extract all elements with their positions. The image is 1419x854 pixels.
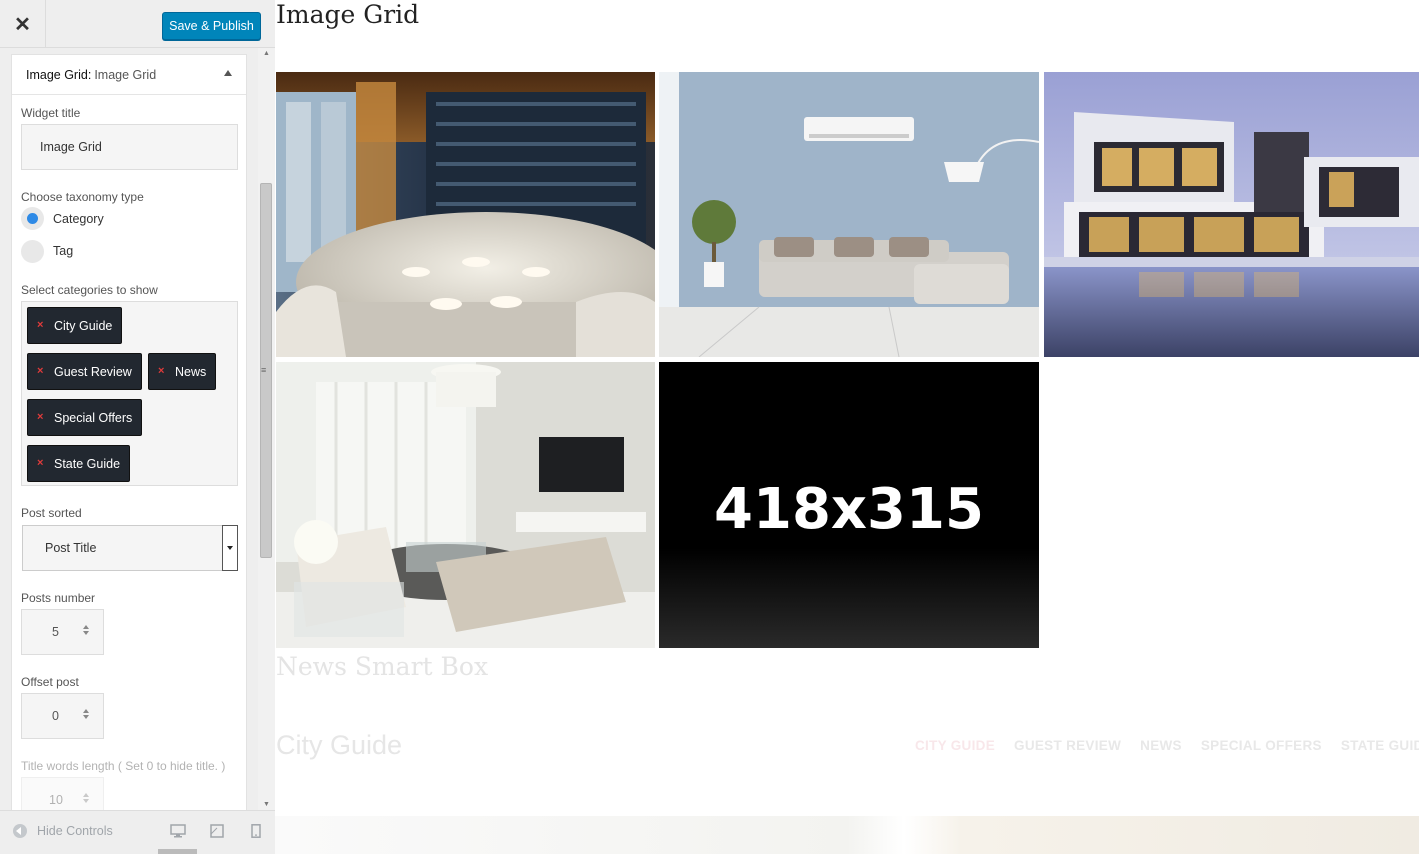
category-chip[interactable]: × Guest Review (27, 353, 142, 390)
scroll-down-icon[interactable]: ▼ (263, 801, 270, 808)
category-chip-label: Special Offers (54, 410, 133, 425)
tab-news[interactable]: NEWS (1140, 738, 1182, 753)
customizer-sidebar: ✕ Save & Publish Image Grid: Image Grid … (0, 0, 275, 854)
remove-icon[interactable]: × (158, 365, 164, 377)
title-words-value: 10 (49, 793, 63, 807)
spinner-icon[interactable] (80, 623, 92, 643)
title-words-label: Title words length ( Set 0 to hide title… (21, 759, 226, 773)
scroll-up-icon[interactable]: ▲ (263, 50, 270, 57)
image-living-room-sofa[interactable] (659, 72, 1039, 357)
tablet-icon[interactable] (209, 824, 225, 838)
widget-type-label: Image Grid: (26, 67, 92, 82)
category-chip[interactable]: × News (148, 353, 217, 390)
offset-post-stepper[interactable]: 0 (21, 693, 104, 739)
collapse-caret-icon[interactable] (224, 70, 232, 76)
category-chip[interactable]: × Special Offers (27, 399, 143, 436)
sidebar-scrollbar[interactable]: ▲ ≡ ▼ (258, 48, 275, 810)
spinner-icon[interactable] (80, 791, 92, 810)
image-modern-villa[interactable] (1044, 72, 1419, 357)
save-publish-button[interactable]: Save & Publish (162, 12, 261, 40)
footer-scroll-indicator (158, 849, 197, 854)
category-chip[interactable]: × State Guide (27, 445, 131, 482)
sidebar-header: ✕ Save & Publish (0, 0, 275, 48)
remove-icon[interactable]: × (37, 457, 43, 469)
desktop-icon[interactable] (170, 824, 186, 838)
radio-category-label: Category (53, 212, 104, 226)
post-sorted-value: Post Title (45, 541, 97, 555)
radio-category[interactable] (21, 207, 44, 230)
image-living-room-tv[interactable] (276, 362, 655, 648)
widget-title-input[interactable]: Image Grid (21, 124, 238, 170)
image-grid-heading: Image Grid (276, 0, 420, 29)
widget-header[interactable]: Image Grid: Image Grid (12, 55, 246, 95)
offset-post-value: 0 (52, 709, 59, 723)
tab-state-guide[interactable]: STATE GUIDE (1341, 738, 1419, 753)
posts-number-stepper[interactable]: 5 (21, 609, 104, 655)
close-icon[interactable]: ✕ (0, 0, 46, 48)
category-tabs: CITY GUIDE GUEST REVIEW NEWS SPECIAL OFF… (915, 738, 1419, 753)
hide-controls-button[interactable]: Hide Controls (13, 824, 113, 838)
tab-guest-review[interactable]: GUEST REVIEW (1014, 738, 1121, 753)
categories-label: Select categories to show (21, 283, 158, 297)
categories-multiselect[interactable]: × City Guide × Guest Review × News × Spe… (21, 301, 238, 486)
radio-tag-label: Tag (53, 244, 74, 258)
news-smart-box-heading: News Smart Box (276, 652, 489, 681)
mobile-icon[interactable] (248, 824, 264, 838)
tab-special-offers[interactable]: SPECIAL OFFERS (1201, 738, 1322, 753)
site-preview: Image Grid 418x315 News Smart Box City G… (275, 0, 1419, 854)
tab-city-guide[interactable]: CITY GUIDE (915, 738, 995, 753)
offset-post-label: Offset post (21, 675, 79, 689)
category-chip-label: News (175, 364, 207, 379)
city-guide-heading: City Guide (276, 730, 403, 760)
collapse-arrow-icon (13, 824, 27, 838)
taxonomy-type-label: Choose taxonomy type (21, 190, 144, 204)
widget-title-label: Widget title (21, 106, 81, 120)
next-section-image-strip (275, 816, 1419, 854)
remove-icon[interactable]: × (37, 365, 43, 377)
post-sorted-select[interactable]: Post Title (22, 525, 238, 571)
image-placeholder[interactable]: 418x315 (659, 362, 1039, 648)
widget-instance-label: Image Grid (94, 67, 157, 82)
sidebar-scroll-area: Image Grid: Image Grid Widget title Imag… (0, 48, 258, 810)
scrollbar-grip-icon: ≡ (261, 365, 267, 375)
posts-number-value: 5 (52, 625, 59, 639)
image-restaurant-dining-room[interactable] (276, 72, 655, 357)
title-words-stepper[interactable]: 10 (21, 777, 104, 810)
chevron-down-icon[interactable] (222, 525, 238, 571)
category-chip[interactable]: × City Guide (27, 307, 123, 344)
hide-controls-label: Hide Controls (37, 824, 113, 838)
post-sorted-label: Post sorted (21, 506, 82, 520)
spinner-icon[interactable] (80, 707, 92, 727)
category-chip-label: City Guide (54, 318, 113, 333)
category-chip-label: State Guide (54, 456, 121, 471)
posts-number-label: Posts number (21, 591, 96, 605)
radio-tag[interactable] (21, 240, 44, 263)
remove-icon[interactable]: × (37, 411, 43, 423)
placeholder-text: 418x315 (714, 477, 984, 542)
remove-icon[interactable]: × (37, 319, 43, 331)
sidebar-footer: Hide Controls (0, 810, 275, 854)
category-chip-label: Guest Review (54, 364, 132, 379)
